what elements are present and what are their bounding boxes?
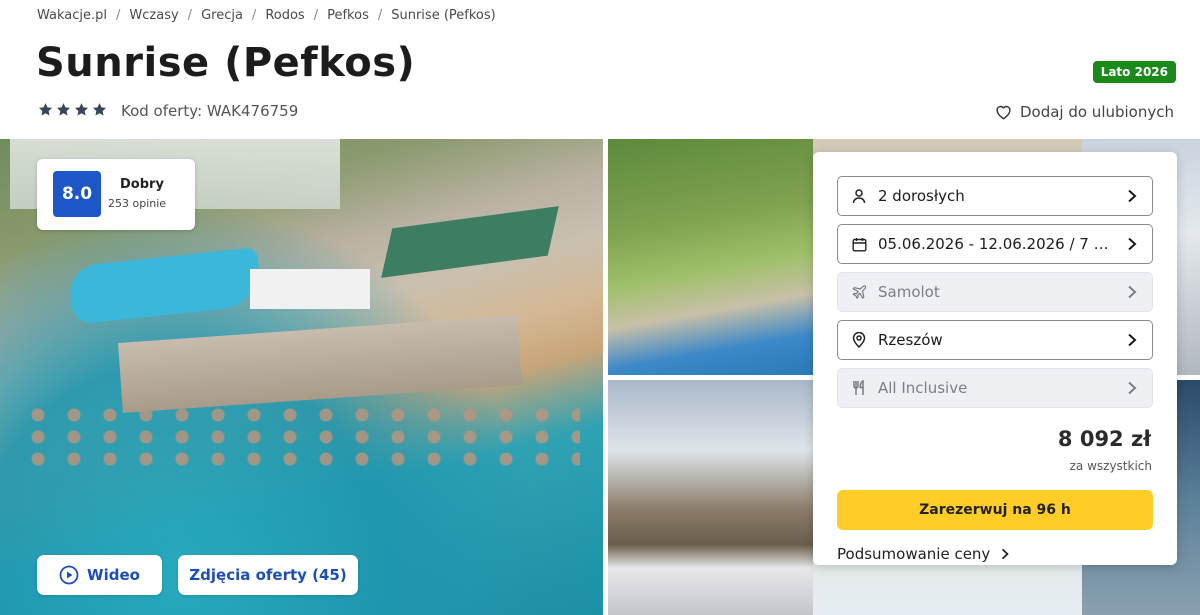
- photo-detail-umbrellas: [20, 404, 580, 474]
- breadcrumb-separator: /: [116, 8, 121, 23]
- favorites-label: Dodaj do ulubionych: [1019, 103, 1174, 121]
- breadcrumb-separator: /: [251, 8, 257, 23]
- board-field[interactable]: All Inclusive: [837, 368, 1153, 408]
- heart-icon: [996, 105, 1011, 120]
- departure-field[interactable]: Rzeszów: [837, 320, 1153, 360]
- booking-panel: 2 dorosłych 05.06.2026 - 12.06.2026 / 7 …: [813, 152, 1177, 565]
- transport-field[interactable]: Samolot: [837, 272, 1153, 312]
- breadcrumb: Wakacje.pl / Wczasy / Grecja / Rodos / P…: [37, 8, 496, 23]
- price-summary-link[interactable]: Podsumowanie ceny: [837, 545, 1010, 563]
- plane-icon: [851, 284, 867, 300]
- breadcrumb-home[interactable]: Wakacje.pl: [37, 8, 107, 23]
- chevron-right-icon: [1128, 381, 1137, 395]
- total-price: 8 092 zł: [1057, 427, 1151, 451]
- travelers-value: 2 dorosłych: [878, 187, 965, 205]
- price-summary-label: Podsumowanie ceny: [837, 545, 991, 563]
- departure-value: Rzeszów: [878, 331, 943, 349]
- chevron-right-icon: [1002, 548, 1010, 560]
- star-icon: [74, 103, 89, 116]
- gallery-photo-lounge[interactable]: [608, 380, 813, 615]
- rating-label: Dobry: [120, 177, 164, 192]
- chevron-right-icon: [1128, 285, 1137, 299]
- photo-detail-tennis-court: [381, 206, 559, 278]
- star-icon: [56, 103, 71, 116]
- breadcrumb-region[interactable]: Rodos: [265, 8, 304, 23]
- photo-detail-pool: [67, 247, 263, 325]
- chevron-right-icon: [1128, 237, 1137, 251]
- breadcrumb-separator: /: [313, 8, 319, 23]
- photo-detail-bar: [250, 269, 370, 309]
- person-icon: [851, 188, 867, 204]
- location-pin-icon: [851, 332, 867, 348]
- cutlery-icon: [851, 380, 867, 396]
- rating-card[interactable]: 8.0 Dobry 253 opinie: [37, 159, 195, 230]
- travelers-field[interactable]: 2 dorosłych: [837, 176, 1153, 216]
- add-to-favorites-button[interactable]: Dodaj do ulubionych: [995, 103, 1174, 121]
- season-badge: Lato 2026: [1092, 61, 1176, 83]
- offer-code: Kod oferty: WAK476759: [121, 102, 299, 120]
- photos-button-label: Zdjęcia oferty (45): [189, 566, 347, 584]
- video-button-label: Wideo: [87, 566, 140, 584]
- breadcrumb-current: Sunrise (Pefkos): [391, 8, 496, 23]
- dates-value: 05.06.2026 - 12.06.2026 / 7 nocy: [878, 235, 1118, 253]
- breadcrumb-country[interactable]: Grecja: [201, 8, 243, 23]
- breadcrumb-separator: /: [187, 8, 193, 23]
- star-icon: [92, 103, 107, 116]
- page-title: Sunrise (Pefkos): [36, 40, 416, 86]
- chevron-right-icon: [1128, 189, 1137, 203]
- book-button[interactable]: Zarezerwuj na 96 h: [837, 490, 1153, 530]
- dates-field[interactable]: 05.06.2026 - 12.06.2026 / 7 nocy: [837, 224, 1153, 264]
- board-value: All Inclusive: [878, 379, 968, 397]
- hotel-stars: [38, 102, 107, 117]
- rating-score: 8.0: [53, 171, 101, 217]
- rating-count: 253 opinie: [108, 197, 167, 210]
- breadcrumb-wczasy[interactable]: Wczasy: [129, 8, 178, 23]
- transport-value: Samolot: [878, 283, 940, 301]
- star-icon: [38, 103, 53, 116]
- calendar-icon: [851, 236, 867, 252]
- price-note: za wszystkich: [1069, 459, 1152, 473]
- chevron-right-icon: [1128, 333, 1137, 347]
- photos-button[interactable]: Zdjęcia oferty (45): [178, 555, 358, 595]
- video-button[interactable]: Wideo: [37, 555, 162, 595]
- play-circle-icon: [59, 565, 79, 585]
- gallery-photo-garden[interactable]: [608, 139, 813, 375]
- breadcrumb-city[interactable]: Pefkos: [327, 8, 369, 23]
- photo-detail-terraces: [118, 315, 522, 413]
- breadcrumb-separator: /: [377, 8, 383, 23]
